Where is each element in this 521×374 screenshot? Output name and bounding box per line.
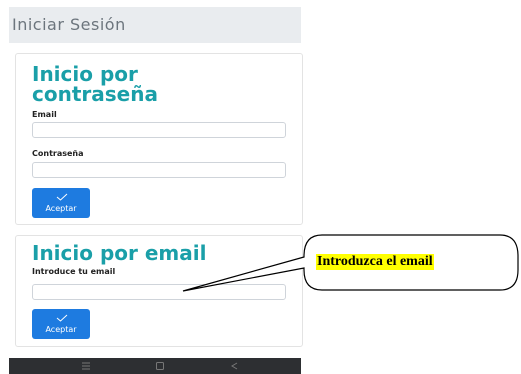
back-icon[interactable] bbox=[229, 361, 239, 371]
email-login-card: Inicio por email Introduce tu email Acep… bbox=[15, 235, 303, 347]
password-login-title: Inicio por contraseña bbox=[32, 62, 158, 106]
callout-text: Introduzca el email bbox=[316, 254, 434, 270]
introduce-email-label: Introduce tu email bbox=[32, 267, 116, 276]
email-label: Email bbox=[32, 110, 57, 119]
mobile-screen: Iniciar Sesión Inicio por contraseña Ema… bbox=[9, 0, 303, 374]
password-submit-label: Aceptar bbox=[45, 204, 77, 213]
introduce-email-field[interactable] bbox=[32, 284, 286, 300]
app-header: Iniciar Sesión bbox=[9, 7, 301, 43]
password-login-card: Inicio por contraseña Email Contraseña A… bbox=[15, 53, 303, 225]
menu-icon[interactable] bbox=[81, 361, 91, 371]
password-submit-button[interactable]: Aceptar bbox=[32, 188, 90, 218]
password-field[interactable] bbox=[32, 162, 286, 178]
home-icon[interactable] bbox=[155, 361, 165, 371]
email-field[interactable] bbox=[32, 122, 286, 138]
email-login-title: Inicio por email bbox=[32, 241, 207, 265]
check-icon bbox=[56, 314, 68, 322]
check-icon bbox=[56, 193, 68, 201]
password-label: Contraseña bbox=[32, 149, 84, 158]
android-nav-bar bbox=[9, 358, 301, 374]
email-submit-button[interactable]: Aceptar bbox=[32, 309, 90, 339]
page-title: Iniciar Sesión bbox=[12, 15, 126, 34]
email-submit-label: Aceptar bbox=[45, 325, 77, 334]
